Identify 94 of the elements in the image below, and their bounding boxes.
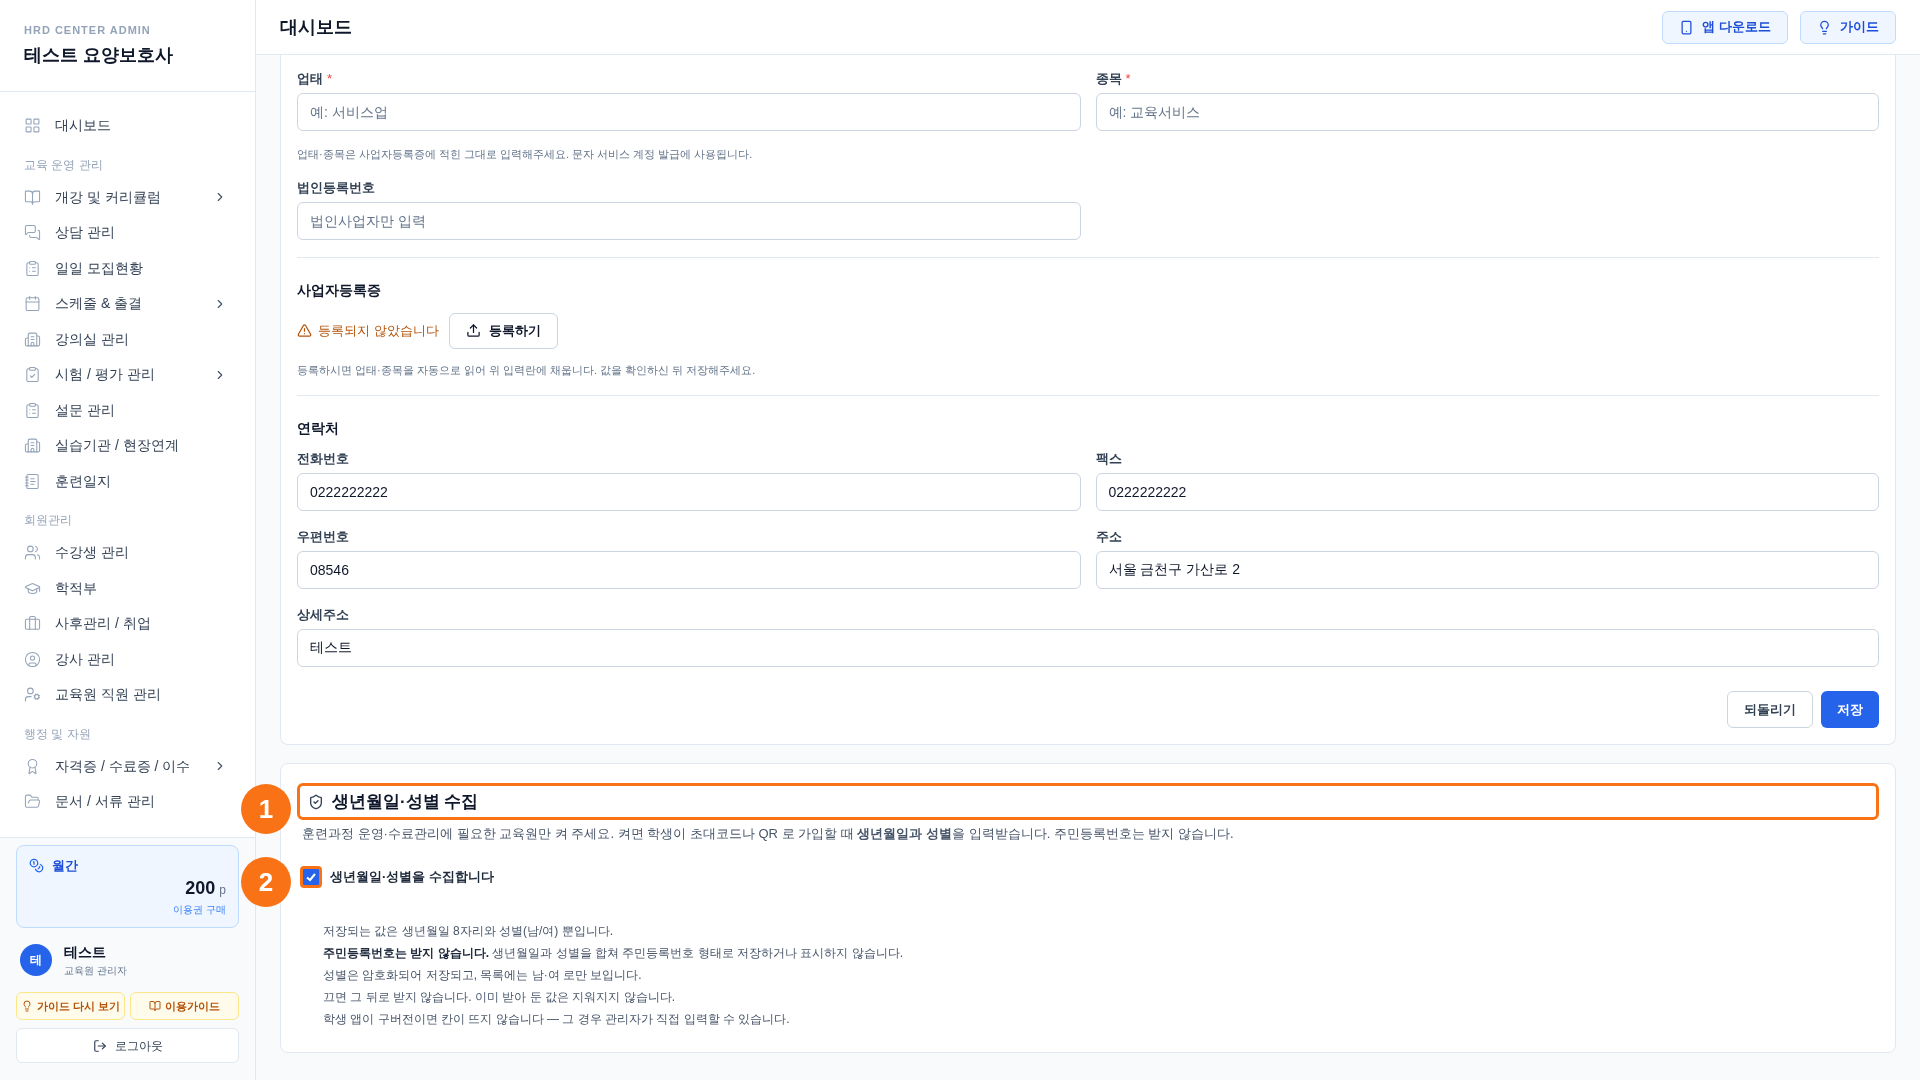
guide-button[interactable]: 가이드 다시 보기 [16, 992, 125, 1020]
lightbulb-icon [20, 1000, 33, 1012]
book-icon [24, 188, 41, 206]
nav-item[interactable]: 실습기관 / 현장연계 [24, 428, 231, 464]
text-field[interactable]: 테스트 [297, 629, 1879, 667]
shield-icon [308, 793, 324, 810]
note-line: 학생 앱이 구버전이면 칸이 뜨지 않습니다 — 그 경우 관리자가 직접 입력할 수 있습니다. [323, 1010, 791, 1028]
nav-item[interactable]: 대시보드 [24, 108, 231, 144]
description: 훈련과정 운영·수료관리에 필요한 교육원만 켜 주세요. 켜면 학생이 초대코드나 QR 로 가입할 때 생년월일과 성별을 입력받습니다. 주민등록번호는 받지 않습니다. [301, 825, 1235, 843]
nav-item[interactable]: 상담 관리 [24, 215, 231, 251]
required-mark: * [1125, 70, 1131, 89]
logout-button[interactable]: 로그아웃 [16, 1028, 239, 1063]
field-label: 법인등록번호 [297, 178, 375, 197]
field-label: 종목 [1095, 70, 1122, 89]
user-gear-icon [24, 686, 41, 704]
plan-name: 월간 [52, 856, 78, 875]
header-button[interactable]: 가이드 [1800, 10, 1896, 44]
clipboard-icon [24, 401, 41, 419]
user-role: 교육원 관리자 [64, 964, 127, 978]
coins-icon [29, 857, 44, 873]
text-field[interactable]: 08546 [297, 551, 1081, 589]
chat-icon [24, 224, 41, 242]
field-label: 전화번호 [297, 450, 349, 469]
nav-item[interactable]: 수강생 관리 [24, 535, 231, 571]
brand-subtitle: HRD CENTER ADMIN [24, 22, 152, 38]
nav-item[interactable]: 일일 모집현황 [24, 250, 231, 286]
note-line: 주민등록번호는 받지 않습니다. 생년월일과 성별을 합쳐 주민등록번호 형태로 저장하거나 표시하지 않습니다. [323, 944, 905, 962]
nav-item[interactable]: 자격증 / 수료증 / 이수 [24, 748, 231, 784]
nav-item[interactable]: 강사 관리 [24, 641, 231, 677]
nav-section-title: 교육 운영 관리 [24, 156, 104, 174]
nav-item[interactable]: 학적부 [24, 570, 231, 606]
warning-status: 등록되지 않았습니다 [297, 320, 439, 341]
nav-item[interactable]: 강의실 관리 [24, 321, 231, 357]
buy-link[interactable]: 이용권 구매 [173, 902, 226, 917]
nav-section-title: 행정 및 자원 [24, 725, 92, 743]
text-field[interactable]: 0222222222 [1095, 473, 1879, 511]
field-label: 우편번호 [297, 528, 349, 547]
book-icon [149, 1000, 161, 1012]
building-icon [24, 437, 41, 455]
phone-icon [1679, 19, 1695, 35]
logout-icon [92, 1038, 107, 1053]
nav-item[interactable]: 사후관리 / 취업 [24, 606, 231, 642]
nav-item[interactable]: 교육원 직원 관리 [24, 677, 231, 713]
notebook-icon [24, 472, 41, 490]
field-label: 주소 [1095, 528, 1122, 547]
clipboard-icon [24, 259, 41, 277]
field-label: 업태 [297, 70, 323, 89]
text-field[interactable]: 법인사업자만 입력 [297, 201, 1081, 240]
user-circle-icon [24, 650, 41, 668]
nav-item[interactable]: 문서 / 서류 관리 [24, 784, 231, 820]
page-title: 대시보드 [280, 15, 352, 39]
note-line: 성별은 암호화되어 저장되고, 목록에는 남·여 로만 보입니다. [323, 966, 643, 984]
nav-item[interactable]: 스케줄 & 출결 [24, 286, 231, 322]
note-line: 끄면 그 뒤로 받지 않습니다. 이미 받아 둔 값은 지워지지 않습니다. [323, 988, 676, 1006]
card-title: 생년월일·성별 수집 [332, 790, 479, 813]
clipboard-check-icon [24, 366, 41, 384]
avatar: 테 [20, 944, 52, 976]
plan-unit: p [219, 882, 226, 899]
text-field[interactable]: 예: 교육서비스 [1095, 93, 1879, 131]
section-title: 연락처 [297, 419, 340, 438]
user-name: 테스트 [64, 943, 107, 962]
field-label: 상세주소 [297, 606, 349, 625]
plan-amount: 200 [185, 877, 216, 900]
header-button[interactable]: 앱 다운로드 [1662, 10, 1788, 44]
nav-item[interactable]: 개강 및 커리큘럼 [24, 179, 231, 215]
section-title: 사업자등록증 [297, 280, 382, 300]
text-field[interactable]: 예: 서비스업 [297, 93, 1081, 131]
text-field[interactable]: 서울 금천구 가산로 2 [1095, 551, 1879, 589]
brand-title: 테스트 요양보호사 [24, 44, 174, 68]
briefcase-icon [24, 615, 41, 633]
calendar-icon [24, 295, 41, 313]
users-icon [24, 544, 41, 562]
upload-icon [465, 323, 481, 338]
required-mark: * [327, 70, 333, 89]
nav-section-title: 회원관리 [24, 512, 73, 529]
nav-item[interactable]: 설문 관리 [24, 392, 231, 428]
warning-icon [297, 323, 312, 338]
reset-button[interactable]: 되돌리기 [1727, 691, 1813, 728]
field-label: 팩스 [1095, 450, 1122, 469]
register-button[interactable]: 등록하기 [448, 312, 558, 349]
text-field[interactable]: 0222222222 [297, 473, 1081, 511]
grid-icon [24, 117, 41, 135]
save-button[interactable]: 저장 [1821, 691, 1879, 728]
building-icon [24, 330, 41, 348]
checkbox[interactable] [300, 865, 322, 888]
note-line: 저장되는 값은 생년월일 8자리와 성별(남/여) 뿐입니다. [323, 922, 614, 940]
lightbulb-icon [1817, 19, 1832, 35]
guide-button[interactable]: 이용가이드 [130, 992, 239, 1020]
nav-item[interactable]: 시험 / 평가 관리 [24, 357, 231, 393]
help-text: 업태·종목은 사업자등록증에 적힌 그대로 입력해주세요. 문자 서비스 계정 발급에 사용됩니다. [297, 147, 754, 162]
checkbox-label: 생년월일·성별을 수집합니다 [330, 867, 494, 886]
help-text: 등록하시면 업태·종목을 자동으로 읽어 위 입력란에 채웁니다. 값을 확인하신 뒤 저장해주세요. [297, 362, 757, 378]
folder-icon [24, 793, 41, 811]
nav-item[interactable]: 훈련일지 [24, 463, 231, 499]
